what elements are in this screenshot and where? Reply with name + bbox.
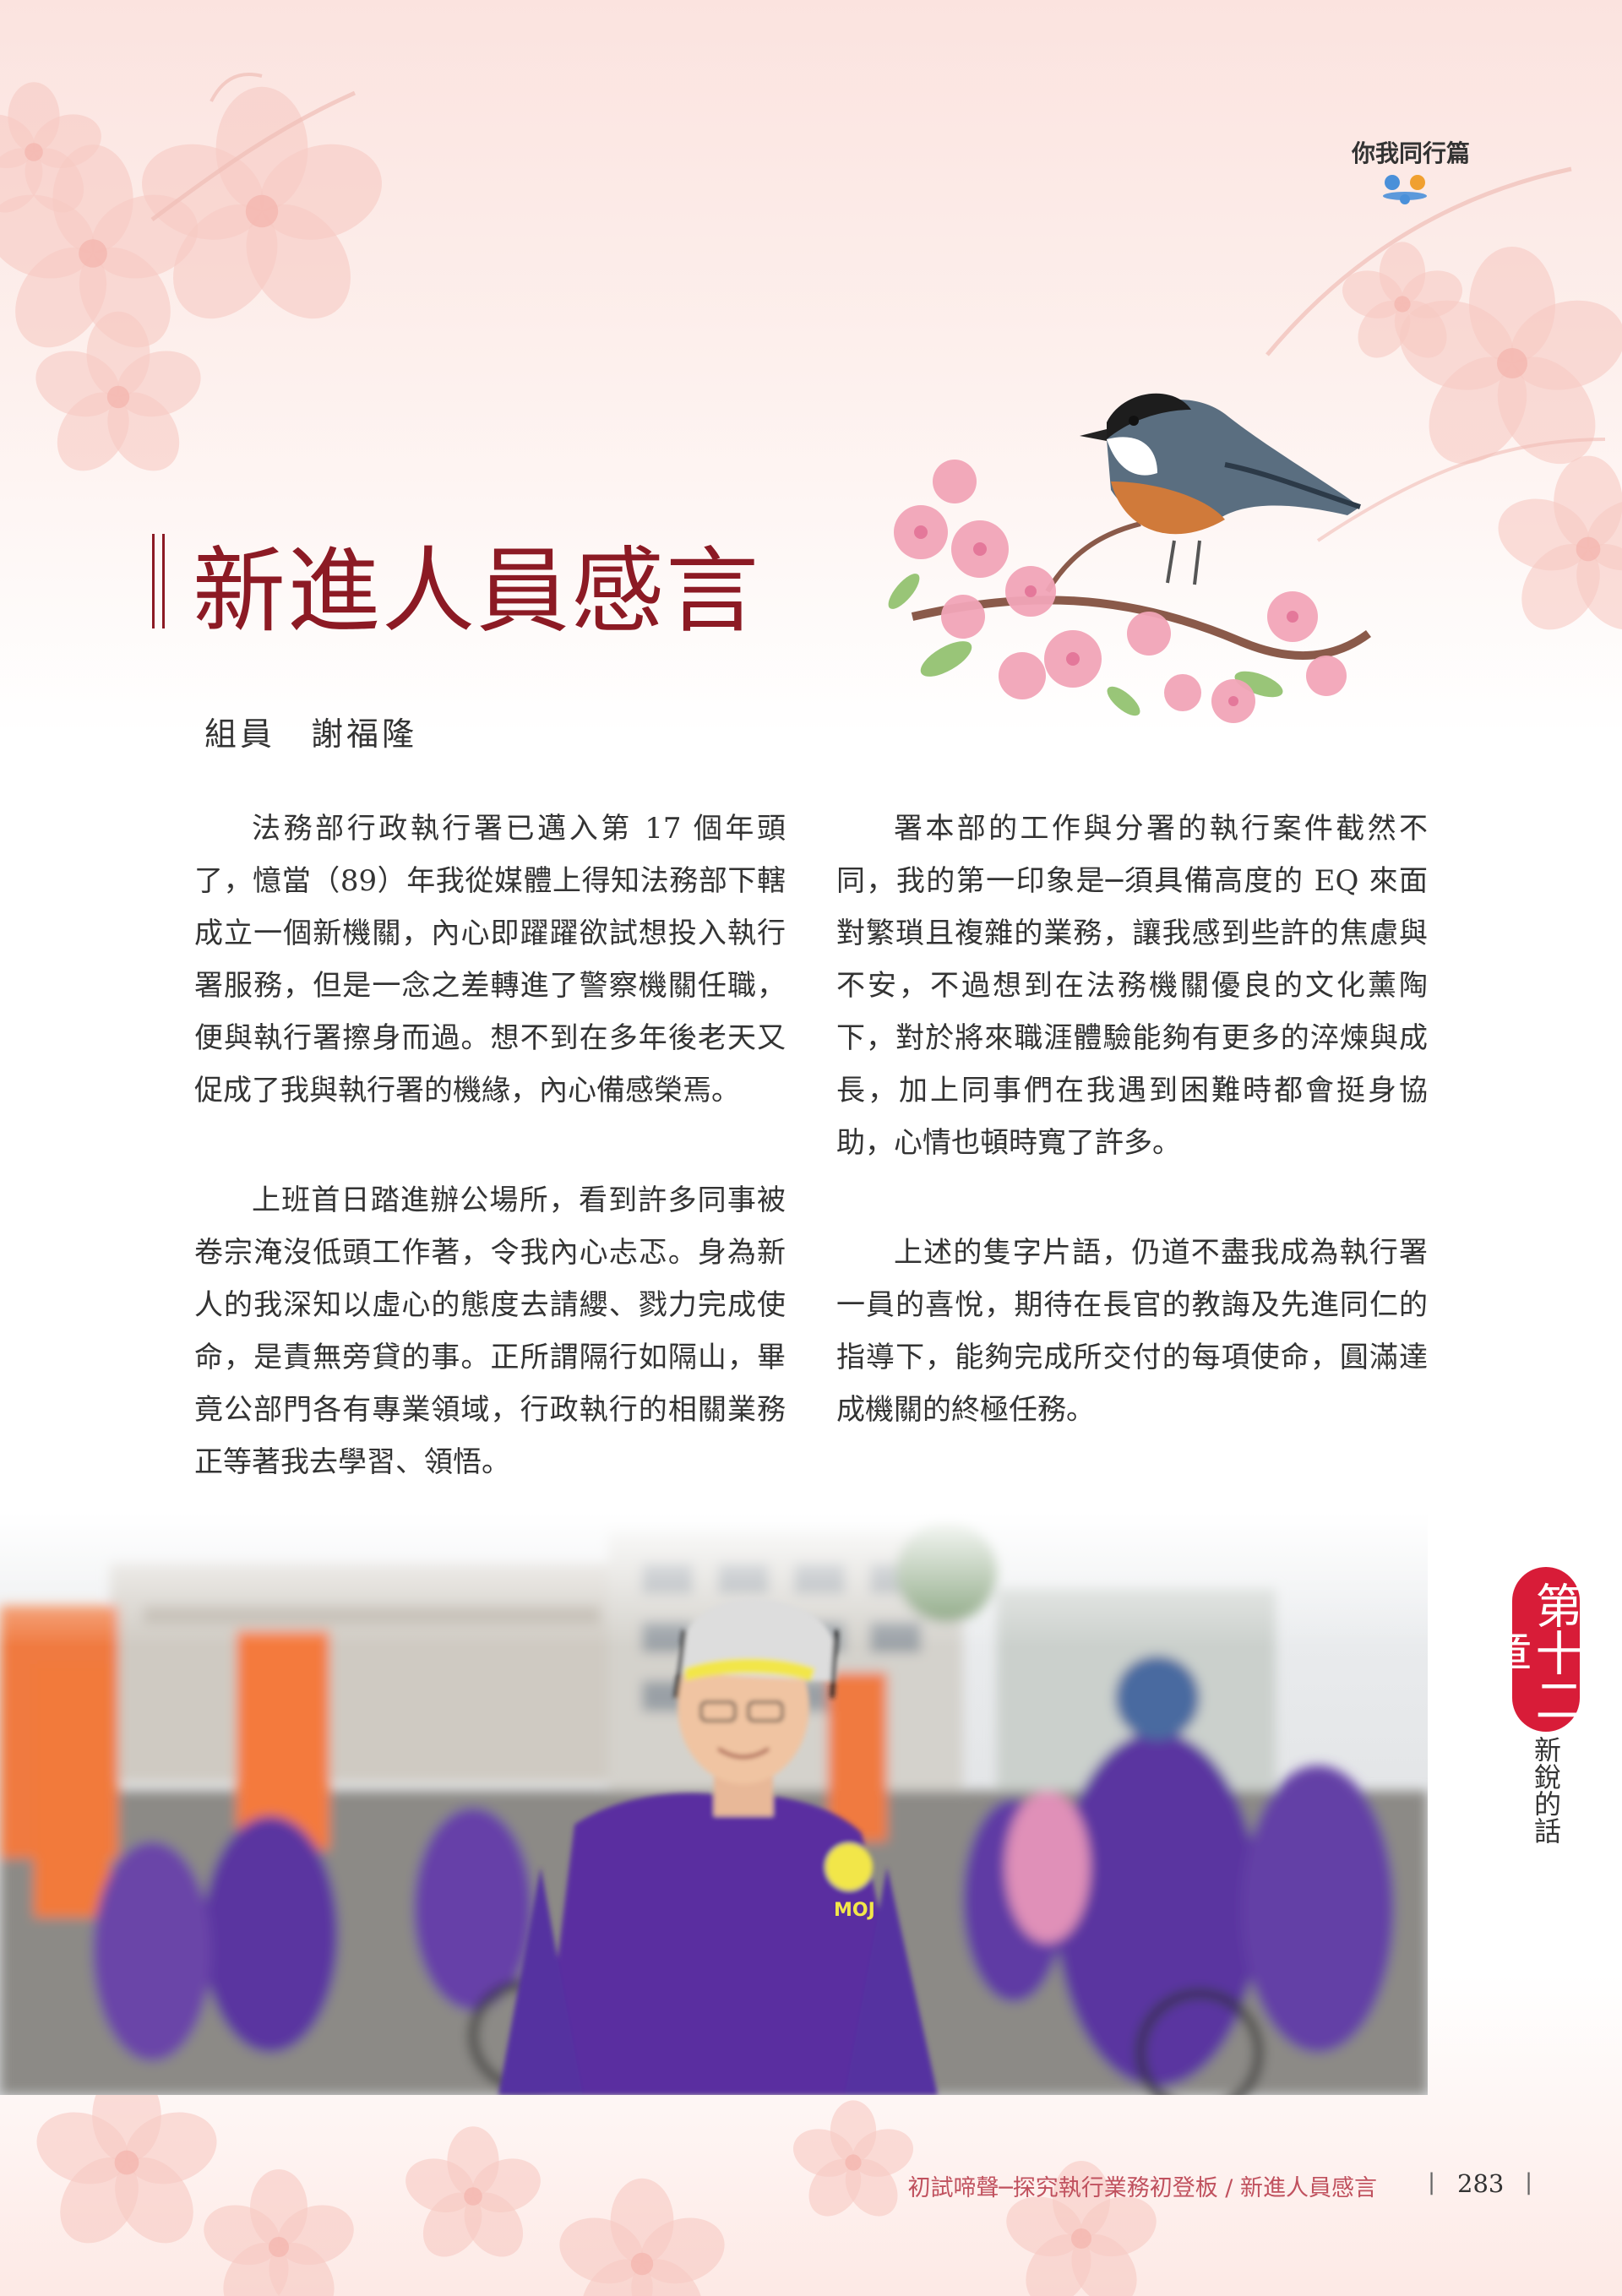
- article-right-column: 署本部的工作與分署的執行案件截然不同，我的第一印象是─須具備高度的 EQ 來面對…: [836, 803, 1428, 1493]
- shirt-logo-text: MOJ: [834, 1900, 875, 1921]
- paragraph: 上班首日踏進辦公場所，看到許多同事被卷宗淹沒低頭工作著，令我內心忐忑。身為新人的…: [194, 1183, 786, 1479]
- footer-separator: |: [1525, 2169, 1533, 2195]
- section-label: 你我同行篇: [1351, 139, 1470, 167]
- page-title: 新進人員感言: [193, 537, 760, 645]
- chapter-subtitle: 新銳的話: [1530, 1736, 1562, 1844]
- page-number: 283: [1457, 2169, 1505, 2198]
- paragraph: 法務部行政執行署已邁入第 17 個年頭了，憶當（89）年我從媒體上得知法務部下轄…: [194, 812, 786, 1107]
- flower-cluster-top-left: [0, 73, 395, 485]
- title-accent-bars: [152, 534, 172, 628]
- people-icon: [1383, 175, 1427, 204]
- paragraph: 上述的隻字片語，仍道不盡我成為執行署一員的喜悅，期待在長官的教誨及先進同仁的指導…: [836, 1236, 1428, 1427]
- cyclist-photo: MOJ: [0, 1512, 1428, 2095]
- chapter-tab: 第十二章: [1477, 1567, 1582, 1732]
- article-left-column: 法務部行政執行署已邁入第 17 個年頭了，憶當（89）年我從媒體上得知法務部下轄…: [194, 803, 786, 1546]
- page-footer: 初試啼聲─探究執行業務初登板 / 新進人員感言 | 283 |: [845, 2169, 1554, 2203]
- chapter-label: 第十二章: [1477, 1581, 1582, 1723]
- paragraph: 署本部的工作與分署的執行案件截然不同，我的第一印象是─須具備高度的 EQ 來面對…: [836, 812, 1428, 1160]
- footer-separator: |: [1428, 2169, 1436, 2195]
- article-photo: MOJ: [0, 1512, 1428, 2095]
- footer-text: 初試啼聲─探究執行業務初登板 / 新進人員感言: [907, 2175, 1377, 2201]
- author-line: 組員 謝福隆: [204, 715, 418, 753]
- bird-blossom-illustration: [888, 393, 1371, 723]
